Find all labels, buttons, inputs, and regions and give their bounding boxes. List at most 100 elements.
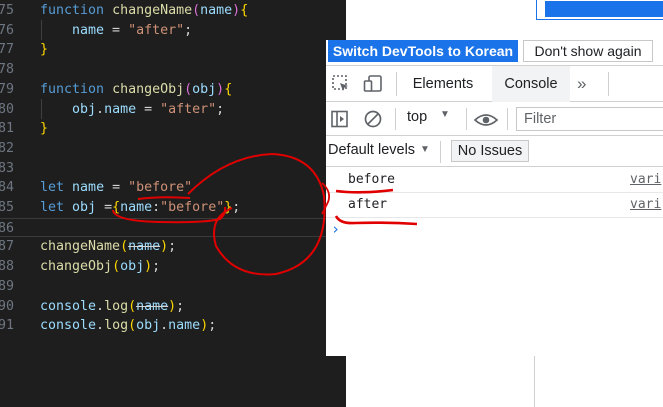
line-number: 84 [0, 180, 14, 196]
line-number: 76 [0, 22, 14, 38]
sidebar-toggle-icon[interactable] [330, 109, 350, 129]
dont-show-again-button[interactable]: Don't show again [523, 40, 653, 62]
switch-language-button[interactable]: Switch DevTools to Korean [328, 40, 518, 62]
code-line[interactable]: 76 name = "after"; [0, 21, 346, 41]
code-line[interactable]: 84 let name = "before" [0, 178, 346, 198]
line-number: 85 [0, 200, 14, 215]
line-number: 86 [0, 220, 14, 236]
code-text[interactable]: changeName(name); [40, 237, 176, 257]
code-token: { [240, 3, 249, 18]
line-number: 88 [0, 259, 14, 275]
code-line[interactable]: 88 changeObj(obj); [0, 257, 346, 277]
toolbar-divider [466, 108, 467, 130]
toolbar-divider [395, 108, 396, 130]
code-text[interactable]: let obj ={name:"before"}; [40, 198, 240, 218]
code-token: . [96, 101, 105, 117]
console-message-text: before [348, 172, 395, 187]
tab-elements[interactable]: Elements [404, 66, 482, 102]
code-text[interactable]: function changeObj(obj){ [40, 80, 232, 100]
code-token: ; [208, 318, 217, 334]
code-line[interactable]: 85 let obj ={name:"before"}; [0, 198, 346, 218]
clear-console-icon[interactable] [363, 109, 383, 129]
code-text[interactable]: changeObj(obj); [40, 257, 160, 277]
code-token: ; [168, 239, 177, 255]
code-token: ) [168, 298, 177, 314]
more-tabs-icon[interactable]: » [577, 66, 586, 102]
code-token: = [136, 101, 161, 117]
code-text[interactable]: } [40, 119, 48, 139]
code-token: changeObj [112, 81, 185, 97]
tab-console[interactable]: Console [492, 66, 570, 102]
code-token: : [152, 200, 161, 215]
eye-icon[interactable] [474, 110, 498, 130]
code-token: ( [112, 259, 121, 275]
line-number: 87 [0, 239, 14, 255]
inspect-element-icon[interactable] [331, 74, 351, 94]
code-token: ) [200, 318, 209, 334]
code-token: let [40, 180, 65, 196]
log-levels-dropdown[interactable]: Default levels [328, 142, 415, 158]
line-number: 77 [0, 42, 14, 58]
code-token: ( [192, 3, 201, 18]
code-token: . [160, 318, 169, 334]
console-source-link[interactable]: vari [630, 197, 661, 212]
toolbar-divider [608, 72, 609, 96]
line-number: 79 [0, 81, 14, 97]
code-text[interactable]: name = "after"; [40, 21, 192, 41]
code-token: changeObj [40, 259, 113, 275]
code-token: "before" [160, 200, 225, 215]
code-line[interactable]: 77} [0, 40, 346, 60]
line-number: 81 [0, 121, 14, 137]
code-token: obj [120, 259, 145, 275]
code-line[interactable]: 75 function changeName(name){ [0, 1, 346, 21]
code-editor[interactable]: 75 function changeName(name){76 name = "a… [0, 0, 346, 407]
line-number: 83 [0, 160, 14, 176]
console-message: before vari [326, 168, 663, 193]
code-line[interactable]: 91 console.log(obj.name); [0, 316, 346, 336]
code-token: console [40, 298, 97, 314]
code-line[interactable]: 79 function changeObj(obj){ [0, 80, 346, 100]
code-token: ; [152, 259, 161, 275]
code-text[interactable]: let name = "before" [40, 178, 192, 198]
dropdown-arrow-icon[interactable]: ▼ [440, 109, 450, 120]
dropdown-arrow-icon[interactable]: ▼ [420, 144, 430, 155]
code-text[interactable]: } [40, 40, 48, 60]
code-line[interactable]: 80 obj.name = "after"; [0, 100, 346, 120]
code-token: name [200, 3, 233, 18]
code-token: { [112, 200, 121, 215]
code-token: ( [120, 239, 129, 255]
code-line[interactable]: 86 [0, 217, 346, 238]
code-line[interactable]: 78 [0, 60, 346, 80]
code-text[interactable]: console.log(name); [40, 297, 184, 317]
issues-button[interactable]: No Issues [451, 140, 529, 162]
code-line[interactable]: 81} [0, 119, 346, 139]
code-token: console [40, 318, 97, 334]
code-token: . [96, 318, 105, 334]
code-token: = [104, 22, 129, 38]
code-text[interactable]: console.log(obj.name); [40, 316, 216, 336]
code-text[interactable]: obj.name = "after"; [40, 100, 224, 120]
code-token: "before" [128, 180, 193, 196]
code-line[interactable]: 82 [0, 139, 346, 159]
code-token: name [120, 200, 153, 215]
code-token: ; [232, 200, 241, 215]
devtools-tab-bar: Elements Console » [326, 65, 663, 102]
code-line[interactable]: 90 console.log(name); [0, 297, 346, 317]
code-token: ) [216, 81, 225, 97]
devtools-panel: Switch DevTools to Korean Don't show aga… [326, 40, 663, 356]
context-select[interactable]: top [407, 109, 427, 125]
code-token: name [128, 239, 161, 255]
code-token: obj [136, 318, 161, 334]
code-line[interactable]: 83 [0, 159, 346, 179]
code-token: name [168, 318, 201, 334]
code-token: ; [176, 298, 185, 314]
line-number: 90 [0, 298, 14, 314]
console-prompt-icon[interactable]: › [331, 220, 340, 238]
code-text[interactable]: function changeName(name){ [40, 1, 248, 21]
device-toolbar-icon[interactable] [363, 74, 383, 94]
console-source-link[interactable]: vari [630, 172, 661, 187]
code-token: ( [128, 318, 137, 334]
filter-input[interactable] [516, 107, 663, 131]
code-line[interactable]: 89 [0, 277, 346, 297]
code-line[interactable]: 87 changeName(name); [0, 237, 346, 257]
